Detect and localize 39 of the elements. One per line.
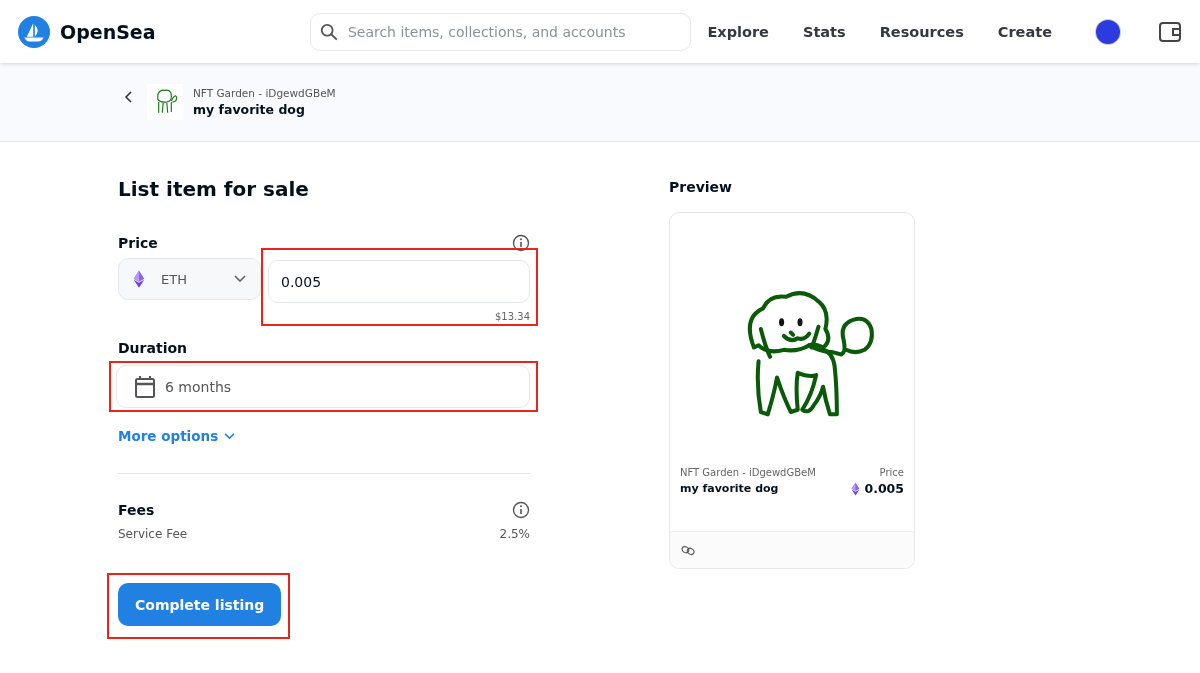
currency-dropdown[interactable]: ETH bbox=[118, 258, 261, 300]
chevron-down-icon bbox=[224, 432, 236, 440]
fee-value: 2.5% bbox=[499, 527, 530, 541]
back-icon[interactable] bbox=[123, 91, 135, 103]
info-icon[interactable] bbox=[512, 501, 530, 519]
price-input[interactable]: 0.005 bbox=[268, 260, 530, 303]
field-label: Price bbox=[118, 235, 158, 251]
collection-name: NFT Garden - iDgewdGBeM bbox=[680, 467, 816, 478]
ethereum-icon bbox=[133, 270, 145, 288]
item-name: my favorite dog bbox=[193, 102, 306, 117]
ship-logo-icon[interactable] bbox=[18, 15, 50, 48]
price-label: Price bbox=[878, 467, 904, 478]
ethereum-icon bbox=[851, 481, 861, 496]
complete-listing-button[interactable]: Complete listing bbox=[118, 583, 282, 626]
nav-link[interactable]: Stats bbox=[802, 23, 846, 40]
info-icon[interactable] bbox=[512, 234, 530, 252]
collection-name[interactable]: NFT Garden - iDgewdGBeM bbox=[193, 87, 336, 99]
field-label: Duration bbox=[118, 340, 188, 356]
avatar[interactable] bbox=[1096, 19, 1120, 44]
preview-card[interactable]: NFT Garden - iDgewdGBeM my favorite dog Price 0.005 bbox=[669, 212, 915, 569]
fee-name: Service Fee bbox=[118, 527, 188, 541]
nav-link[interactable]: Explore bbox=[707, 23, 769, 40]
brand-name[interactable]: OpenSea bbox=[60, 20, 156, 43]
preview-title: Preview bbox=[669, 179, 733, 195]
search-field[interactable]: Search items, collections, and accounts bbox=[309, 12, 692, 51]
wallet-icon[interactable] bbox=[1158, 19, 1182, 44]
chevron-down-icon bbox=[234, 275, 246, 283]
duration-field[interactable]: 6 months bbox=[116, 365, 530, 408]
calendar-icon bbox=[135, 375, 155, 398]
nav-link[interactable]: Resources bbox=[879, 23, 964, 40]
usd-value: $13.34 bbox=[494, 311, 530, 322]
item-name: my favorite dog bbox=[680, 482, 780, 495]
nav-link[interactable]: Create bbox=[997, 23, 1052, 40]
dog-thumbnail-drawing bbox=[147, 84, 183, 120]
price-value: 0.005 bbox=[864, 481, 904, 496]
page-title: List item for sale bbox=[118, 177, 310, 201]
more-options-link[interactable]: More options bbox=[118, 428, 236, 444]
chain-link-icon bbox=[681, 544, 695, 556]
fees-label: Fees bbox=[118, 502, 155, 518]
